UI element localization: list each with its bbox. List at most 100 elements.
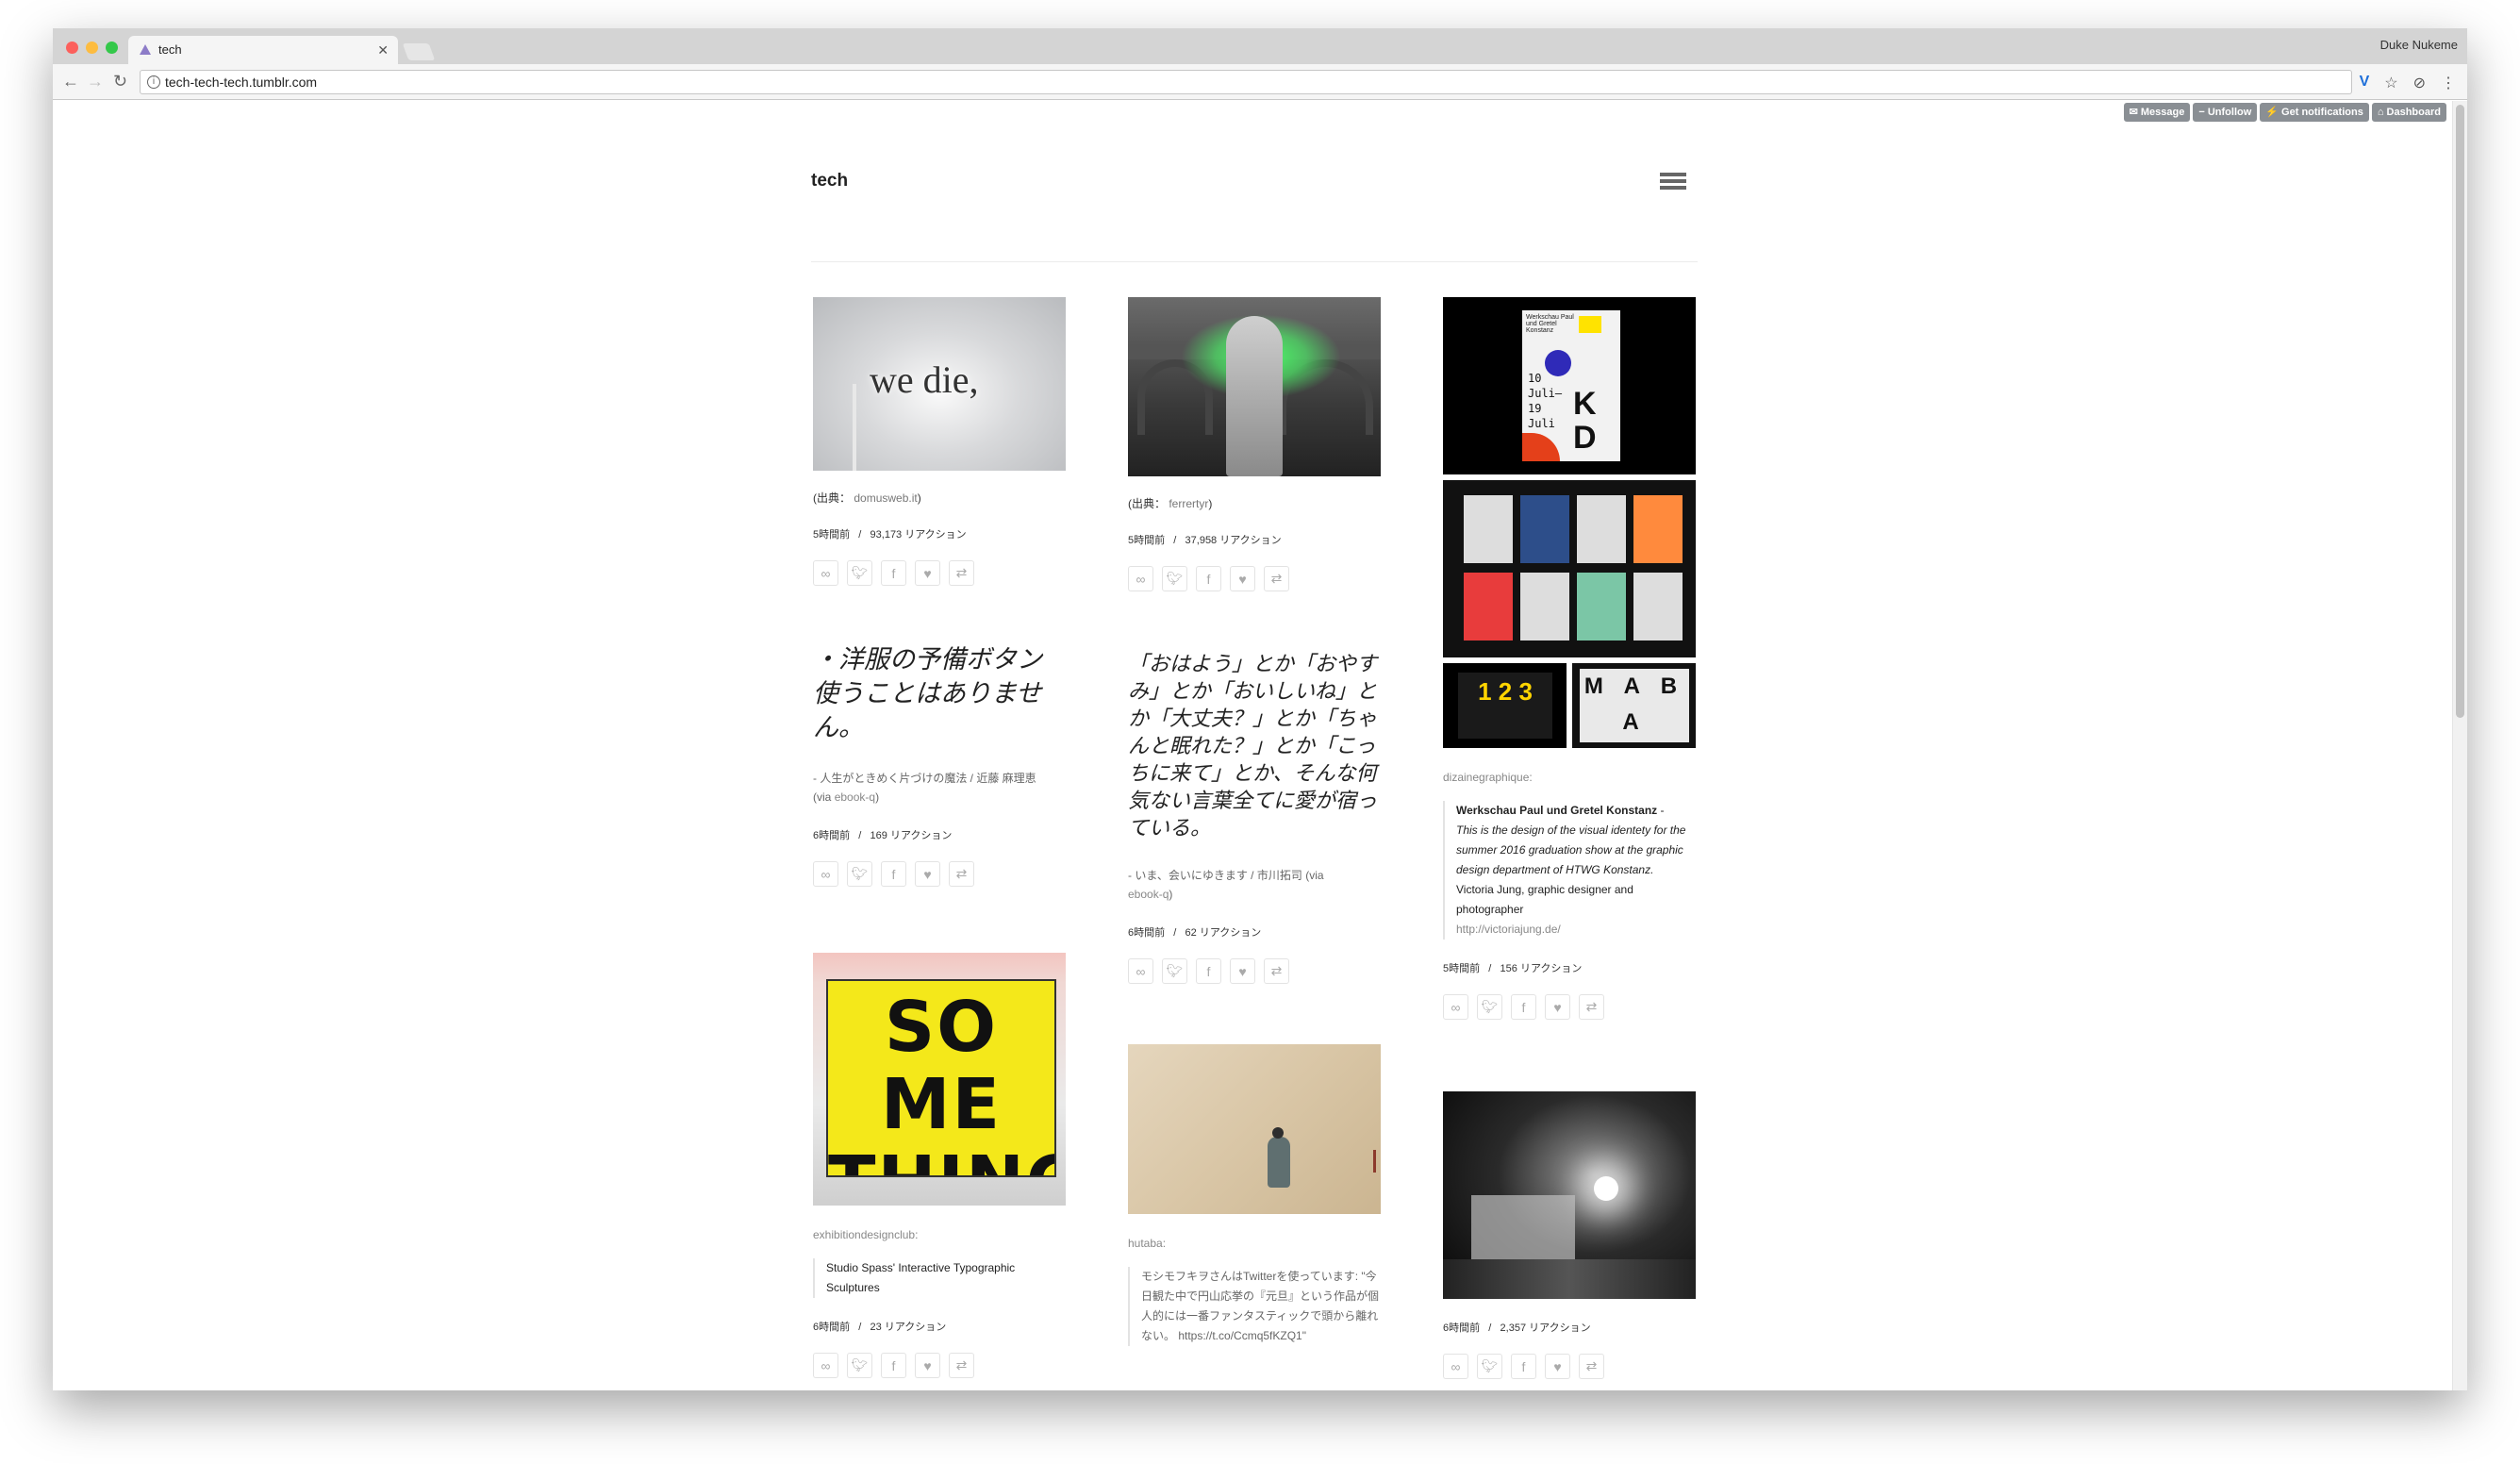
menu-dots-icon[interactable]: ⋮ bbox=[2441, 74, 2456, 92]
twitter-icon[interactable]: 🐦︎ bbox=[1477, 1354, 1502, 1379]
facebook-icon[interactable]: f bbox=[1196, 566, 1221, 591]
via-link[interactable]: ebook-q bbox=[835, 790, 875, 804]
link-icon[interactable]: ∞ bbox=[813, 861, 838, 887]
facebook-icon[interactable]: f bbox=[1511, 1354, 1536, 1379]
reaction-count[interactable]: 2,357 リアクション bbox=[1500, 1323, 1591, 1334]
zoom-window-button[interactable] bbox=[106, 42, 118, 54]
neon-sign-image[interactable]: we die, bbox=[813, 297, 1066, 471]
blog-title[interactable]: tech bbox=[811, 171, 848, 191]
statue-glitch-image[interactable] bbox=[1128, 297, 1381, 476]
reblog-icon[interactable]: ⇄ bbox=[1579, 1354, 1604, 1379]
like-icon[interactable]: ♥ bbox=[1230, 566, 1255, 591]
address-bar[interactable]: i tech-tech-tech.tumblr.com bbox=[140, 70, 2352, 94]
window-controls bbox=[66, 42, 118, 54]
dashboard-button[interactable]: ⌂ Dashboard bbox=[2371, 103, 2446, 122]
post-time[interactable]: 6時間前 bbox=[1443, 1323, 1480, 1334]
poster-photo-2[interactable] bbox=[1443, 480, 1696, 657]
reaction-count[interactable]: 169 リアクション bbox=[870, 830, 953, 841]
twitter-icon[interactable]: 🐦︎ bbox=[847, 560, 872, 586]
twitter-icon[interactable]: 🐦︎ bbox=[1162, 566, 1187, 591]
reload-icon[interactable]: ↻ bbox=[113, 72, 127, 91]
facebook-icon[interactable]: f bbox=[881, 1353, 906, 1378]
reblog-source: exhibitiondesignclub: bbox=[813, 1228, 919, 1241]
reaction-count[interactable]: 156 リアクション bbox=[1500, 963, 1583, 974]
browser-tab[interactable]: tech ✕ bbox=[128, 36, 398, 64]
poster-photo-4[interactable]: M A B A bbox=[1572, 663, 1696, 748]
link-icon[interactable]: ∞ bbox=[1128, 566, 1153, 591]
poster-photo-3[interactable]: 1 2 3 bbox=[1443, 663, 1567, 748]
post-time[interactable]: 6時間前 bbox=[1128, 927, 1165, 939]
via-link[interactable]: ebook-q bbox=[1128, 888, 1169, 901]
link-icon[interactable]: ∞ bbox=[1128, 958, 1153, 984]
link-icon[interactable]: ∞ bbox=[1443, 1354, 1468, 1379]
twitter-icon[interactable]: 🐦︎ bbox=[847, 1353, 872, 1378]
source-link[interactable]: ferrertyr bbox=[1169, 497, 1208, 510]
minimize-window-button[interactable] bbox=[86, 42, 98, 54]
link-icon[interactable]: ∞ bbox=[813, 560, 838, 586]
facebook-icon[interactable]: f bbox=[1196, 958, 1221, 984]
page-scrollbar[interactable] bbox=[2452, 101, 2467, 1390]
unfollow-button[interactable]: − Unfollow bbox=[2193, 103, 2258, 122]
message-button[interactable]: ✉ Message bbox=[2123, 103, 2191, 122]
reaction-count[interactable]: 62 リアクション bbox=[1185, 927, 1262, 939]
scrollbar-thumb[interactable] bbox=[2456, 105, 2464, 718]
reaction-count[interactable]: 93,173 リアクション bbox=[870, 529, 967, 541]
reblog-icon[interactable]: ⇄ bbox=[949, 1353, 974, 1378]
poster-photo-1[interactable]: Werkschau Paul und Gretel Konstanz 10 Ju… bbox=[1443, 297, 1696, 474]
like-icon[interactable]: ♥ bbox=[1230, 958, 1255, 984]
reblog-icon[interactable]: ⇄ bbox=[1579, 994, 1604, 1020]
facebook-icon[interactable]: f bbox=[881, 861, 906, 887]
like-icon[interactable]: ♥ bbox=[915, 861, 940, 887]
post-actions: ∞ 🐦︎ f ♥ ⇄ bbox=[1443, 1354, 1696, 1379]
new-tab-button[interactable] bbox=[402, 43, 436, 60]
quote-post: ・洋服の予備ボタン 使うことはありません。 - 人生がときめく片づけの魔法 / … bbox=[813, 642, 1068, 887]
reblog-icon[interactable]: ⇄ bbox=[1264, 958, 1289, 984]
reaction-count[interactable]: 23 リアクション bbox=[870, 1322, 947, 1333]
menu-icon[interactable] bbox=[1660, 173, 1686, 193]
like-icon[interactable]: ♥ bbox=[915, 1353, 940, 1378]
get-notifications-button[interactable]: ⚡ Get notifications bbox=[2260, 103, 2369, 122]
bookmark-star-icon[interactable]: ☆ bbox=[2384, 74, 2397, 92]
post-time[interactable]: 6時間前 bbox=[813, 1322, 850, 1333]
info-icon[interactable]: i bbox=[147, 75, 160, 89]
post-actions: ∞ 🐦︎ f ♥ ⇄ bbox=[813, 560, 1066, 586]
extension-v-icon[interactable]: V bbox=[2360, 74, 2370, 92]
facebook-icon[interactable]: f bbox=[1511, 994, 1536, 1020]
post-time[interactable]: 5時間前 bbox=[813, 529, 850, 541]
reblog-link[interactable]: http://victoriajung.de/ bbox=[1456, 923, 1561, 936]
forward-icon[interactable]: → bbox=[87, 72, 104, 91]
facebook-icon[interactable]: f bbox=[881, 560, 906, 586]
reblog-user-link[interactable]: exhibitiondesignclub bbox=[813, 1228, 915, 1241]
close-window-button[interactable] bbox=[66, 42, 78, 54]
like-icon[interactable]: ♥ bbox=[1545, 1354, 1570, 1379]
painting-image[interactable] bbox=[1128, 1044, 1381, 1214]
link-icon[interactable]: ∞ bbox=[1443, 994, 1468, 1020]
post-time[interactable]: 5時間前 bbox=[1128, 535, 1165, 546]
reaction-count[interactable]: 37,958 リアクション bbox=[1185, 535, 1282, 546]
like-icon[interactable]: ♥ bbox=[1545, 994, 1570, 1020]
reblog-quote: Werkschau Paul und Gretel Konstanz - Thi… bbox=[1443, 801, 1696, 940]
tab-close-icon[interactable]: ✕ bbox=[377, 36, 389, 64]
reblog-user-link[interactable]: dizainegraphique bbox=[1443, 771, 1529, 784]
twitter-icon[interactable]: 🐦︎ bbox=[1162, 958, 1187, 984]
twitter-icon[interactable]: 🐦︎ bbox=[847, 861, 872, 887]
night-construction-image[interactable] bbox=[1443, 1091, 1696, 1299]
toolbar-icons: V ☆ ⊘ ⋮ bbox=[2360, 74, 2456, 92]
extension-shield-icon[interactable]: ⊘ bbox=[2413, 74, 2426, 92]
like-icon[interactable]: ♥ bbox=[915, 560, 940, 586]
reblog-icon[interactable]: ⇄ bbox=[1264, 566, 1289, 591]
profile-name[interactable]: Duke Nukeme bbox=[2380, 38, 2458, 52]
page-content: ✉ Message − Unfollow ⚡ Get notifications… bbox=[53, 101, 2452, 1390]
back-icon[interactable]: ← bbox=[62, 72, 79, 91]
source-link[interactable]: domusweb.it bbox=[854, 491, 917, 505]
something-sculpture-image[interactable]: SO ME THING bbox=[813, 953, 1066, 1206]
twitter-icon[interactable]: 🐦︎ bbox=[1477, 994, 1502, 1020]
post-meta: 5時間前 / 37,958 リアクション bbox=[1128, 535, 1282, 546]
reblog-icon[interactable]: ⇄ bbox=[949, 861, 974, 887]
post-time[interactable]: 6時間前 bbox=[813, 830, 850, 841]
link-icon[interactable]: ∞ bbox=[813, 1353, 838, 1378]
reblog-icon[interactable]: ⇄ bbox=[949, 560, 974, 586]
photo-post: 6時間前 / 2,357 リアクション ∞ 🐦︎ f ♥ ⇄ bbox=[1443, 1091, 1696, 1379]
post-time[interactable]: 5時間前 bbox=[1443, 963, 1480, 974]
reblog-user-link[interactable]: hutaba bbox=[1128, 1237, 1163, 1250]
